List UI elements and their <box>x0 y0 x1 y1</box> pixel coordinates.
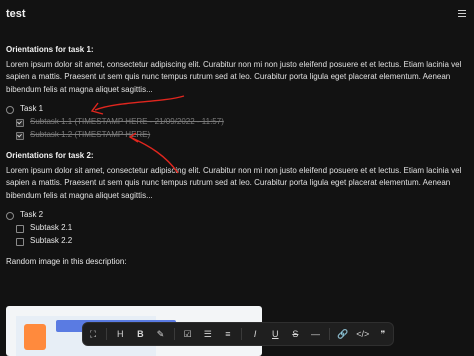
italic-icon[interactable]: I <box>248 327 262 341</box>
image-caption: Random image in this description: <box>6 257 127 266</box>
quote-icon[interactable]: ❞ <box>376 327 390 341</box>
subtask-1-2-row[interactable]: Subtask 1.2 (TIMESTAMP HERE) <box>6 129 470 142</box>
code-icon[interactable]: </> <box>356 327 370 341</box>
image-orange-shape <box>24 324 46 350</box>
subtask-2-2-label: Subtask 2.2 <box>30 236 73 246</box>
task-2-checkbox[interactable] <box>6 211 14 220</box>
section-title-2: Orientations for task 2: <box>6 151 94 160</box>
subtask-1-1-row[interactable]: Subtask 1.1 (TIMESTAMP HERE - 21/09/2022… <box>6 116 470 129</box>
section-text-1: Lorem ipsum dolor sit amet, consectetur … <box>6 59 462 94</box>
strike-icon[interactable]: S <box>288 327 302 341</box>
underline-icon[interactable]: U <box>268 327 282 341</box>
subtask-1-1-checkbox[interactable] <box>16 118 24 127</box>
format-toolbar: ⛶ H B ✎ ☑ ☰ ≡ I U S — 🔗 </> ❞ <box>82 322 394 346</box>
menu-icon[interactable] <box>458 10 466 18</box>
task-2-row[interactable]: Task 2 <box>6 209 470 222</box>
subtask-2-2-row[interactable]: Subtask 2.2 <box>6 235 470 248</box>
toolbar-divider <box>106 328 108 340</box>
subtask-2-1-row[interactable]: Subtask 2.1 <box>6 222 470 235</box>
subtask-2-1-checkbox[interactable] <box>16 224 24 233</box>
highlight-icon[interactable]: ✎ <box>153 327 167 341</box>
task-1-label: Task 1 <box>20 104 44 114</box>
task-1-row[interactable]: Task 1 <box>6 103 470 116</box>
task-1-checkbox[interactable] <box>6 105 14 114</box>
divider-icon[interactable]: — <box>308 327 322 341</box>
checkbox-icon[interactable]: ☑ <box>181 327 195 341</box>
toolbar-divider <box>173 328 175 340</box>
toolbar-divider <box>328 328 330 340</box>
toolbar-divider <box>241 328 243 340</box>
note-content: Orientations for task 1: Lorem ipsum dol… <box>6 44 470 269</box>
link-icon[interactable]: 🔗 <box>336 327 350 341</box>
top-bar: test <box>0 0 474 30</box>
subtask-1-2-label: Subtask 1.2 (TIMESTAMP HERE) <box>30 130 151 140</box>
page-title: test <box>6 8 26 20</box>
subtask-2-2-checkbox[interactable] <box>16 237 24 246</box>
subtask-1-2-checkbox[interactable] <box>16 131 24 140</box>
task-2-label: Task 2 <box>20 210 44 220</box>
subtask-1-1-label: Subtask 1.1 (TIMESTAMP HERE - 21/09/2022… <box>30 117 224 127</box>
bold-icon[interactable]: B <box>133 327 147 341</box>
fullscreen-icon[interactable]: ⛶ <box>86 327 100 341</box>
section-title-1: Orientations for task 1: <box>6 45 94 54</box>
subtask-2-1-label: Subtask 2.1 <box>30 223 73 233</box>
bullet-list-icon[interactable]: ☰ <box>201 327 215 341</box>
heading-icon[interactable]: H <box>113 327 127 341</box>
section-text-2: Lorem ipsum dolor sit amet, consectetur … <box>6 165 462 200</box>
numbered-list-icon[interactable]: ≡ <box>221 327 235 341</box>
